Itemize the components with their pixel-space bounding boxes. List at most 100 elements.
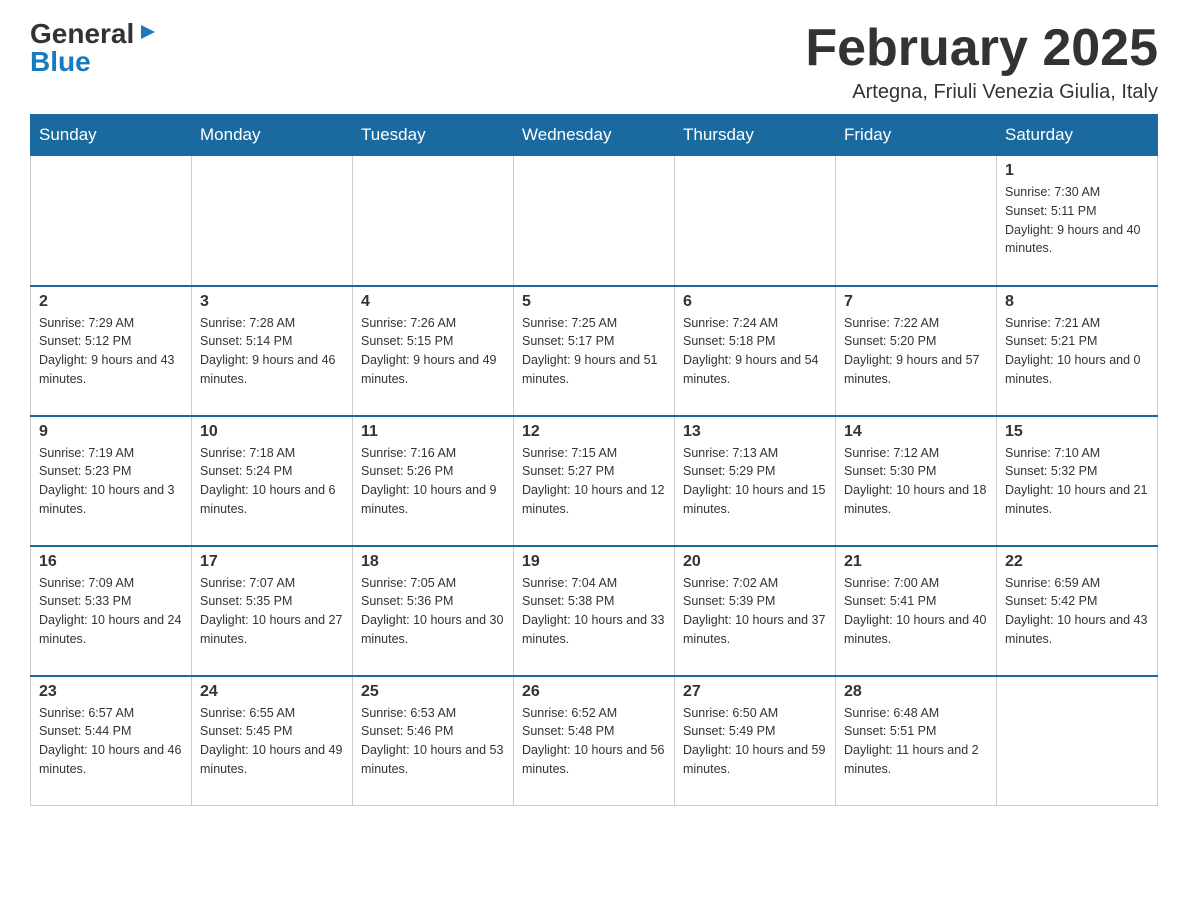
day-number: 11 — [361, 423, 505, 441]
week-row-4: 16 Sunrise: 7:09 AMSunset: 5:33 PMDayligh… — [31, 546, 1158, 676]
day-number: 2 — [39, 293, 183, 311]
calendar-cell: 11 Sunrise: 7:16 AMSunset: 5:26 PMDayligh… — [353, 416, 514, 546]
logo-blue-text: Blue — [30, 48, 91, 76]
calendar-cell: 23Sunrise: 6:57 AMSunset: 5:44 PMDayligh… — [31, 676, 192, 806]
calendar-cell — [353, 156, 514, 286]
day-info: Sunrise: 7:22 AMSunset: 5:20 PMDaylight:… — [844, 314, 988, 389]
day-number: 13 — [683, 423, 827, 441]
title-section: February 2025 Artegna, Friuli Venezia Gi… — [805, 20, 1158, 104]
weekday-header-saturday: Saturday — [997, 115, 1158, 156]
day-info: Sunrise: 6:48 AMSunset: 5:51 PMDaylight:… — [844, 704, 988, 779]
day-number: 22 — [1005, 553, 1149, 571]
calendar-cell: 8Sunrise: 7:21 AMSunset: 5:21 PMDaylight… — [997, 286, 1158, 416]
day-number: 16 — [39, 553, 183, 571]
day-info: Sunrise: 7:07 AMSunset: 5:35 PMDaylight:… — [200, 574, 344, 649]
calendar-cell: 7 Sunrise: 7:22 AMSunset: 5:20 PMDaylight… — [836, 286, 997, 416]
day-info: Sunrise: 7:05 AMSunset: 5:36 PMDaylight:… — [361, 574, 505, 649]
day-info: Sunrise: 7:24 AMSunset: 5:18 PMDaylight:… — [683, 314, 827, 389]
calendar-cell: 26Sunrise: 6:52 AMSunset: 5:48 PMDayligh… — [514, 676, 675, 806]
day-info: Sunrise: 6:53 AMSunset: 5:46 PMDaylight:… — [361, 704, 505, 779]
day-info: Sunrise: 7:30 AMSunset: 5:11 PMDaylight:… — [1005, 183, 1149, 258]
calendar-cell: 5Sunrise: 7:25 AMSunset: 5:17 PMDaylight… — [514, 286, 675, 416]
day-info: Sunrise: 7:28 AMSunset: 5:14 PMDaylight:… — [200, 314, 344, 389]
calendar-cell: 3 Sunrise: 7:28 AMSunset: 5:14 PMDaylight… — [192, 286, 353, 416]
day-number: 17 — [200, 553, 344, 571]
day-info: Sunrise: 6:52 AMSunset: 5:48 PMDaylight:… — [522, 704, 666, 779]
day-number: 7 — [844, 293, 988, 311]
weekday-header-tuesday: Tuesday — [353, 115, 514, 156]
calendar-cell: 19 Sunrise: 7:04 AMSunset: 5:38 PMDayligh… — [514, 546, 675, 676]
week-row-5: 23Sunrise: 6:57 AMSunset: 5:44 PMDayligh… — [31, 676, 1158, 806]
day-info: Sunrise: 7:09 AMSunset: 5:33 PMDaylight:… — [39, 574, 183, 649]
calendar-cell: 4 Sunrise: 7:26 AMSunset: 5:15 PMDaylight… — [353, 286, 514, 416]
weekday-header-sunday: Sunday — [31, 115, 192, 156]
calendar-cell: 18 Sunrise: 7:05 AMSunset: 5:36 PMDayligh… — [353, 546, 514, 676]
day-number: 14 — [844, 423, 988, 441]
calendar-cell: 16 Sunrise: 7:09 AMSunset: 5:33 PMDayligh… — [31, 546, 192, 676]
day-info: Sunrise: 7:15 AMSunset: 5:27 PMDaylight:… — [522, 444, 666, 519]
day-number: 8 — [1005, 293, 1149, 311]
calendar-title: February 2025 — [805, 20, 1158, 77]
day-info: Sunrise: 6:57 AMSunset: 5:44 PMDaylight:… — [39, 704, 183, 779]
calendar-cell: 17 Sunrise: 7:07 AMSunset: 5:35 PMDayligh… — [192, 546, 353, 676]
calendar-cell: 6 Sunrise: 7:24 AMSunset: 5:18 PMDaylight… — [675, 286, 836, 416]
day-number: 20 — [683, 553, 827, 571]
day-number: 28 — [844, 683, 988, 701]
calendar-cell: 25 Sunrise: 6:53 AMSunset: 5:46 PMDayligh… — [353, 676, 514, 806]
day-info: Sunrise: 7:25 AMSunset: 5:17 PMDaylight:… — [522, 314, 666, 389]
calendar-cell: 27Sunrise: 6:50 AMSunset: 5:49 PMDayligh… — [675, 676, 836, 806]
calendar-cell: 13Sunrise: 7:13 AMSunset: 5:29 PMDayligh… — [675, 416, 836, 546]
calendar-cell — [514, 156, 675, 286]
calendar-cell: 21 Sunrise: 7:00 AMSunset: 5:41 PMDayligh… — [836, 546, 997, 676]
weekday-header-friday: Friday — [836, 115, 997, 156]
day-number: 15 — [1005, 423, 1149, 441]
calendar-cell — [836, 156, 997, 286]
calendar-cell: 1 Sunrise: 7:30 AMSunset: 5:11 PMDaylight… — [997, 156, 1158, 286]
day-info: Sunrise: 7:16 AMSunset: 5:26 PMDaylight:… — [361, 444, 505, 519]
day-number: 9 — [39, 423, 183, 441]
day-number: 12 — [522, 423, 666, 441]
day-number: 18 — [361, 553, 505, 571]
week-row-2: 2Sunrise: 7:29 AMSunset: 5:12 PMDaylight… — [31, 286, 1158, 416]
calendar-cell: 20 Sunrise: 7:02 AMSunset: 5:39 PMDayligh… — [675, 546, 836, 676]
day-number: 25 — [361, 683, 505, 701]
day-info: Sunrise: 6:59 AMSunset: 5:42 PMDaylight:… — [1005, 574, 1149, 649]
day-number: 21 — [844, 553, 988, 571]
calendar-cell: 24Sunrise: 6:55 AMSunset: 5:45 PMDayligh… — [192, 676, 353, 806]
day-number: 24 — [200, 683, 344, 701]
calendar-cell: 2Sunrise: 7:29 AMSunset: 5:12 PMDaylight… — [31, 286, 192, 416]
day-info: Sunrise: 7:10 AMSunset: 5:32 PMDaylight:… — [1005, 444, 1149, 519]
page-header: General Blue February 2025 Artegna, Friu… — [30, 20, 1158, 104]
calendar-cell: 10 Sunrise: 7:18 AMSunset: 5:24 PMDayligh… — [192, 416, 353, 546]
calendar-cell: 12 Sunrise: 7:15 AMSunset: 5:27 PMDayligh… — [514, 416, 675, 546]
calendar-cell: 14 Sunrise: 7:12 AMSunset: 5:30 PMDayligh… — [836, 416, 997, 546]
day-number: 10 — [200, 423, 344, 441]
logo-general-text: General — [30, 20, 134, 48]
weekday-header-monday: Monday — [192, 115, 353, 156]
week-row-3: 9 Sunrise: 7:19 AMSunset: 5:23 PMDaylight… — [31, 416, 1158, 546]
day-info: Sunrise: 7:19 AMSunset: 5:23 PMDaylight:… — [39, 444, 183, 519]
week-row-1: 1 Sunrise: 7:30 AMSunset: 5:11 PMDaylight… — [31, 156, 1158, 286]
day-info: Sunrise: 7:12 AMSunset: 5:30 PMDaylight:… — [844, 444, 988, 519]
calendar-cell: 9 Sunrise: 7:19 AMSunset: 5:23 PMDaylight… — [31, 416, 192, 546]
calendar-cell — [192, 156, 353, 286]
weekday-header-wednesday: Wednesday — [514, 115, 675, 156]
calendar-table: SundayMondayTuesdayWednesdayThursdayFrid… — [30, 114, 1158, 806]
day-info: Sunrise: 7:26 AMSunset: 5:15 PMDaylight:… — [361, 314, 505, 389]
logo-arrow-icon — [137, 21, 159, 43]
calendar-subtitle: Artegna, Friuli Venezia Giulia, Italy — [805, 81, 1158, 104]
day-info: Sunrise: 7:04 AMSunset: 5:38 PMDaylight:… — [522, 574, 666, 649]
weekday-header-thursday: Thursday — [675, 115, 836, 156]
day-number: 1 — [1005, 162, 1149, 180]
day-number: 4 — [361, 293, 505, 311]
day-number: 6 — [683, 293, 827, 311]
day-number: 19 — [522, 553, 666, 571]
logo: General Blue — [30, 20, 159, 76]
day-number: 3 — [200, 293, 344, 311]
calendar-cell: 15 Sunrise: 7:10 AMSunset: 5:32 PMDayligh… — [997, 416, 1158, 546]
day-info: Sunrise: 7:18 AMSunset: 5:24 PMDaylight:… — [200, 444, 344, 519]
day-info: Sunrise: 7:02 AMSunset: 5:39 PMDaylight:… — [683, 574, 827, 649]
weekday-header-row: SundayMondayTuesdayWednesdayThursdayFrid… — [31, 115, 1158, 156]
calendar-cell — [675, 156, 836, 286]
day-info: Sunrise: 7:00 AMSunset: 5:41 PMDaylight:… — [844, 574, 988, 649]
